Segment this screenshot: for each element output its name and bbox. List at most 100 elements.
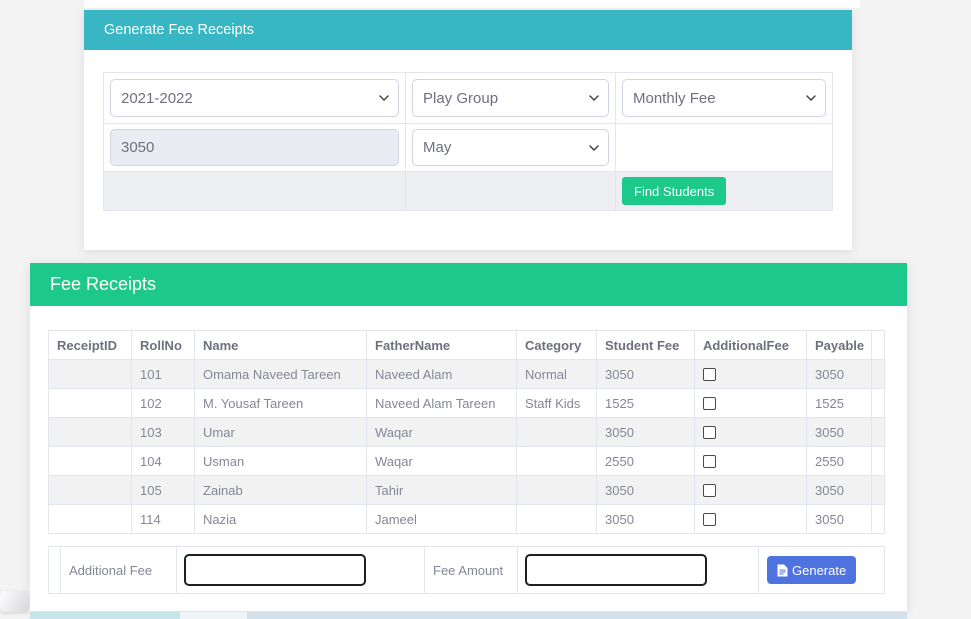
col-category: Category bbox=[516, 330, 597, 360]
cell-roll-no: 103 bbox=[131, 417, 195, 447]
strip-segment bbox=[247, 612, 907, 619]
cell-roll-no: 101 bbox=[131, 359, 195, 389]
col-father-name: FatherName bbox=[366, 330, 517, 360]
fee-amount-cell bbox=[103, 123, 406, 172]
panel-header: Fee Receipts bbox=[30, 263, 907, 306]
col-roll-no: RollNo bbox=[131, 330, 195, 360]
panel-title: Generate Fee Receipts bbox=[104, 22, 254, 38]
panel-title: Fee Receipts bbox=[50, 274, 157, 294]
additional-fee-label: Additional Fee bbox=[60, 546, 177, 594]
col-receipt-id: ReceiptID bbox=[48, 330, 132, 360]
cell-category: Normal bbox=[516, 359, 597, 389]
generate-button[interactable]: Generate bbox=[767, 556, 857, 584]
cell-category bbox=[516, 417, 597, 447]
cell-father-name: Tahir bbox=[366, 475, 517, 505]
additional-fee-checkbox[interactable] bbox=[703, 512, 716, 526]
table-row: 103 Umar Waqar 3050 3050 bbox=[48, 417, 885, 447]
empty-footer-cell bbox=[103, 171, 406, 211]
fee-amount-label: Fee Amount bbox=[424, 546, 518, 594]
session-select[interactable]: 2021-2022 bbox=[110, 79, 399, 117]
additional-fee-input[interactable] bbox=[184, 554, 366, 586]
cell-payable: 1525 bbox=[806, 388, 872, 418]
cell-category bbox=[516, 475, 597, 505]
cell-payable: 3050 bbox=[806, 359, 872, 389]
cell-name: M. Yousaf Tareen bbox=[194, 388, 367, 418]
cell-student-fee: 1525 bbox=[596, 388, 695, 418]
fee-receipts-tbody: 101 Omama Naveed Tareen Naveed Alam Normal 3… bbox=[48, 359, 885, 534]
cell-receipt-id bbox=[48, 504, 132, 534]
fee-type-cell: Monthly Fee bbox=[615, 72, 833, 124]
table-row: 105 Zainab Tahir 3050 3050 bbox=[48, 475, 885, 505]
cell-name: Zainab bbox=[194, 475, 367, 505]
fee-amount-input-cell bbox=[517, 546, 759, 594]
table-row: 114 Nazia Jameel 3050 3050 bbox=[48, 504, 885, 534]
class-cell: Play Group bbox=[405, 72, 616, 124]
find-students-button[interactable]: Find Students bbox=[622, 177, 727, 205]
cell-student-fee: 3050 bbox=[596, 417, 695, 447]
month-select[interactable]: May bbox=[412, 129, 609, 166]
col-payable: Payable bbox=[806, 330, 872, 360]
fee-type-select[interactable]: Monthly Fee bbox=[622, 79, 826, 117]
additional-fee-checkbox[interactable] bbox=[703, 483, 716, 497]
generate-button-label: Generate bbox=[792, 562, 847, 578]
additional-fee-checkbox[interactable] bbox=[703, 396, 716, 410]
additional-fee-checkbox[interactable] bbox=[703, 454, 716, 468]
additional-fee-input-cell bbox=[176, 546, 425, 594]
cell-additional-fee bbox=[694, 475, 807, 505]
generate-footer-table: Additional Fee Fee Amount Generate bbox=[48, 546, 885, 594]
cell-roll-no: 102 bbox=[131, 388, 195, 418]
cell-spacer bbox=[871, 417, 885, 447]
cell-name: Omama Naveed Tareen bbox=[194, 359, 367, 389]
cell-roll-no: 104 bbox=[131, 446, 195, 476]
cell-name: Usman bbox=[194, 446, 367, 476]
cell-payable: 3050 bbox=[806, 475, 872, 505]
month-cell: May bbox=[405, 123, 616, 172]
fee-amount-display bbox=[110, 129, 399, 166]
cell-additional-fee bbox=[694, 446, 807, 476]
cell-student-fee: 2550 bbox=[596, 446, 695, 476]
cell-father-name: Naveed Alam Tareen bbox=[366, 388, 517, 418]
table-header-row: ReceiptID RollNo Name FatherName Categor… bbox=[48, 330, 885, 360]
session-cell: 2021-2022 bbox=[103, 72, 406, 124]
cell-student-fee: 3050 bbox=[596, 504, 695, 534]
fee-amount-input[interactable] bbox=[525, 554, 707, 586]
cell-student-fee: 3050 bbox=[596, 475, 695, 505]
cell-father-name: Waqar bbox=[366, 446, 517, 476]
cell-father-name: Waqar bbox=[366, 417, 517, 447]
file-invoice-icon bbox=[777, 564, 788, 577]
footer-spacer-cell bbox=[48, 546, 61, 594]
cell-payable: 3050 bbox=[806, 417, 872, 447]
fee-receipts-table: ReceiptID RollNo Name FatherName Categor… bbox=[48, 330, 885, 534]
cell-payable: 2550 bbox=[806, 446, 872, 476]
cell-spacer bbox=[871, 446, 885, 476]
additional-fee-checkbox[interactable] bbox=[703, 367, 716, 381]
cell-additional-fee bbox=[694, 388, 807, 418]
cell-receipt-id bbox=[48, 417, 132, 447]
cell-father-name: Jameel bbox=[366, 504, 517, 534]
cell-category: Staff Kids bbox=[516, 388, 597, 418]
col-student-fee: Student Fee bbox=[596, 330, 695, 360]
generate-footer-row: Additional Fee Fee Amount Generate bbox=[48, 546, 885, 594]
cell-category bbox=[516, 446, 597, 476]
cell-category bbox=[516, 504, 597, 534]
section-below-remnant bbox=[30, 612, 907, 619]
page-corner-remnant bbox=[0, 591, 28, 612]
card-above-remnant bbox=[84, 0, 860, 8]
cell-receipt-id bbox=[48, 475, 132, 505]
col-spacer bbox=[871, 330, 885, 360]
cell-additional-fee bbox=[694, 359, 807, 389]
empty-cell bbox=[615, 123, 833, 172]
class-select[interactable]: Play Group bbox=[412, 79, 609, 117]
strip-segment bbox=[180, 612, 247, 619]
empty-footer-cell bbox=[405, 171, 616, 211]
panel-header: Generate Fee Receipts bbox=[84, 10, 852, 50]
additional-fee-checkbox[interactable] bbox=[703, 425, 716, 439]
generate-button-cell: Generate bbox=[758, 546, 885, 594]
cell-name: Umar bbox=[194, 417, 367, 447]
cell-spacer bbox=[871, 359, 885, 389]
cell-additional-fee bbox=[694, 504, 807, 534]
cell-receipt-id bbox=[48, 388, 132, 418]
cell-roll-no: 105 bbox=[131, 475, 195, 505]
generate-form-table: 2021-2022 Play Group Monthly Fee 3050 Ma… bbox=[103, 72, 833, 211]
cell-name: Nazia bbox=[194, 504, 367, 534]
